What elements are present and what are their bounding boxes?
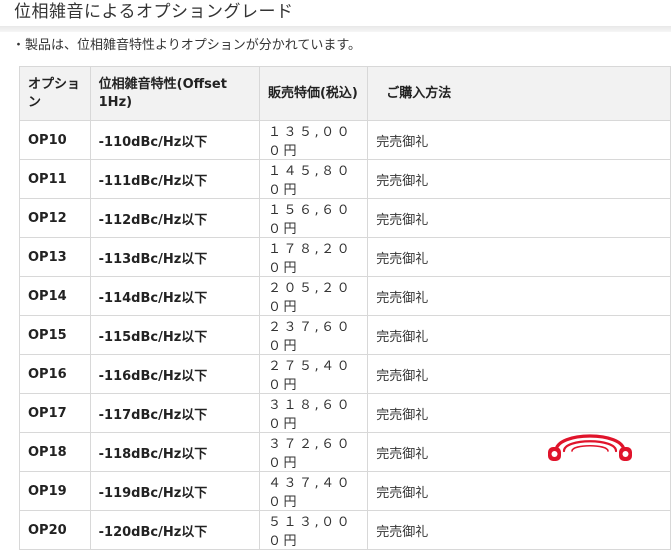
intro-note: ・製品は、位相雑音特性よりオプションが分かれています。 (12, 38, 362, 53)
cell-price: ３７２,６００円 (258, 432, 369, 472)
cell-phase-noise: -119dBc/Hz以下 (89, 471, 260, 511)
cell-price: ２７５,４００円 (258, 354, 369, 394)
header-purchase-method: ご購入方法 (367, 66, 671, 121)
cell-phase-noise: -120dBc/Hz以下 (89, 510, 260, 550)
table-row: OP13 -113dBc/Hz以下 １７８,２００円 完売御礼 (19, 237, 671, 277)
page-title: 位相雑音によるオプショングレード (14, 2, 294, 22)
cell-option: OP10 (19, 120, 91, 160)
cell-price: １４５,８００円 (258, 159, 369, 199)
header-price: 販売特価(税込) (258, 66, 369, 121)
cell-price: １７８,２００円 (258, 237, 369, 277)
cell-price: １３５,０００円 (258, 120, 369, 160)
cell-price: ４３７,４００円 (258, 471, 369, 511)
cell-purchase-method: 完売御礼 (367, 471, 671, 511)
table-header-row: オプション 位相雑音特性(Offset 1Hz) 販売特価(税込) ご購入方法 (19, 66, 671, 121)
cell-option: OP14 (19, 276, 91, 316)
cell-purchase-method: 完売御礼 (367, 120, 671, 160)
cell-phase-noise: -118dBc/Hz以下 (89, 432, 260, 472)
cell-option: OP12 (19, 198, 91, 238)
cell-price: ２３７,６００円 (258, 315, 369, 355)
cell-option: OP19 (19, 471, 91, 511)
cell-phase-noise: -110dBc/Hz以下 (89, 120, 260, 160)
table-row: OP20 -120dBc/Hz以下 ５１３,０００円 完売御礼 (19, 510, 671, 550)
cell-purchase-method: 完売御礼 (367, 510, 671, 550)
table-row: OP16 -116dBc/Hz以下 ２７５,４００円 完売御礼 (19, 354, 671, 394)
cell-price: １５６,６００円 (258, 198, 369, 238)
table-row: OP14 -114dBc/Hz以下 ２０５,２００円 完売御礼 (19, 276, 671, 316)
cell-purchase-method: 完売御礼 (367, 159, 671, 199)
cell-phase-noise: -113dBc/Hz以下 (89, 237, 260, 277)
cell-price: ２０５,２００円 (258, 276, 369, 316)
cell-option: OP18 (19, 432, 91, 472)
cell-option: OP17 (19, 393, 91, 433)
cell-option: OP15 (19, 315, 91, 355)
cell-purchase-method: 完売御礼 (367, 198, 671, 238)
cell-phase-noise: -115dBc/Hz以下 (89, 315, 260, 355)
cell-purchase-method: 完売御礼 (367, 315, 671, 355)
cell-phase-noise: -117dBc/Hz以下 (89, 393, 260, 433)
cell-phase-noise: -112dBc/Hz以下 (89, 198, 260, 238)
cell-purchase-method: 完売御礼 (367, 354, 671, 394)
cell-phase-noise: -116dBc/Hz以下 (89, 354, 260, 394)
table-row: OP12 -112dBc/Hz以下 １５６,６００円 完売御礼 (19, 198, 671, 238)
title-divider (0, 26, 671, 32)
header-phase-noise: 位相雑音特性(Offset 1Hz) (89, 66, 260, 121)
cell-option: OP13 (19, 237, 91, 277)
table-row: OP15 -115dBc/Hz以下 ２３７,６００円 完売御礼 (19, 315, 671, 355)
cell-option: OP16 (19, 354, 91, 394)
table-row: OP19 -119dBc/Hz以下 ４３７,４００円 完売御礼 (19, 471, 671, 511)
cell-price: ５１３,０００円 (258, 510, 369, 550)
headphones-logo-icon (548, 434, 632, 461)
cell-option: OP11 (19, 159, 91, 199)
cell-purchase-method: 完売御礼 (367, 276, 671, 316)
header-option: オプション (19, 66, 91, 121)
table-row: OP10 -110dBc/Hz以下 １３５,０００円 完売御礼 (19, 120, 671, 160)
table-row: OP11 -111dBc/Hz以下 １４５,８００円 完売御礼 (19, 159, 671, 199)
cell-phase-noise: -111dBc/Hz以下 (89, 159, 260, 199)
cell-option: OP20 (19, 510, 91, 550)
cell-purchase-method: 完売御礼 (367, 237, 671, 277)
cell-phase-noise: -114dBc/Hz以下 (89, 276, 260, 316)
option-grade-table: オプション 位相雑音特性(Offset 1Hz) 販売特価(税込) ご購入方法 … (19, 66, 671, 550)
cell-price: ３１８,６００円 (258, 393, 369, 433)
